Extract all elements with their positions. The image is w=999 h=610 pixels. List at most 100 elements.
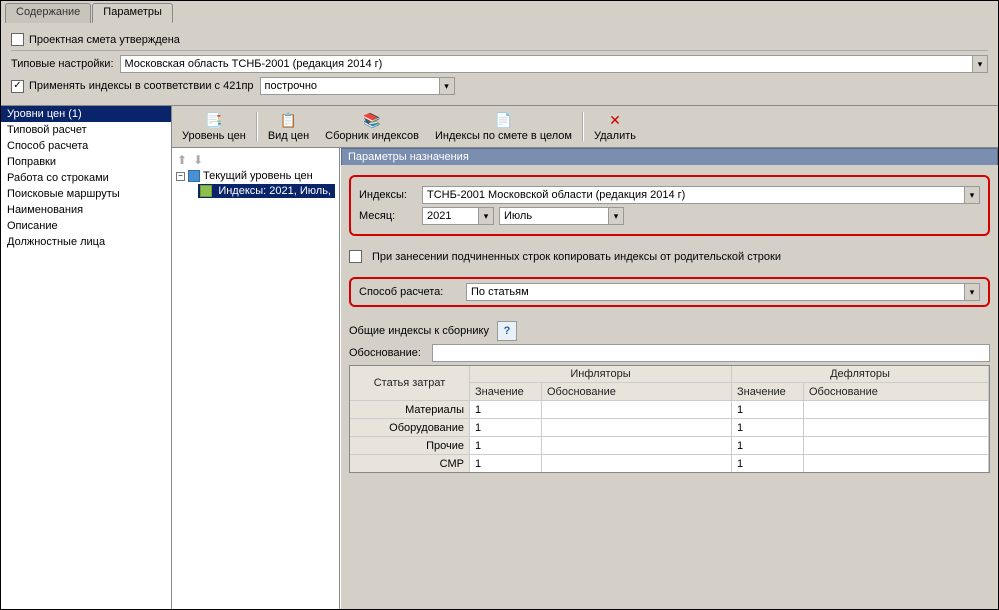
cell[interactable]: 1 (732, 437, 804, 454)
toolbar-estimate-label: Индексы по смете в целом (435, 130, 572, 142)
col-deflators-header: Дефляторы (732, 366, 989, 383)
arrow-down-icon[interactable]: ⬇ (193, 153, 203, 167)
cell[interactable]: 1 (732, 419, 804, 436)
cell[interactable] (804, 419, 989, 436)
toolbar-index-collection-button[interactable]: 📚 Сборник индексов (317, 108, 427, 145)
apply-indexes-checkbox[interactable] (11, 80, 24, 93)
col-infl-value-header: Значение (470, 383, 542, 400)
col-defl-basis-header: Обоснование (804, 383, 989, 400)
arrow-up-icon[interactable]: ⬆ (177, 153, 187, 167)
copy-children-label: При занесении подчиненных строк копирова… (372, 251, 781, 263)
table-row[interactable]: Оборудование 1 1 (350, 419, 989, 437)
month-combo[interactable]: Июль (499, 207, 624, 225)
indexes-label: Индексы: (359, 189, 417, 201)
toolbar-collection-label: Сборник индексов (325, 130, 419, 142)
toolbar-delete-label: Удалить (594, 130, 636, 142)
sidebar-item-officials[interactable]: Должностные лица (1, 234, 171, 250)
calc-method-value: По статьям (467, 286, 964, 298)
cell[interactable] (804, 401, 989, 418)
calc-method-combo[interactable]: По статьям (466, 283, 980, 301)
cell[interactable] (542, 455, 732, 472)
price-level-icon: 📑 (205, 111, 223, 129)
tab-content[interactable]: Содержание (5, 3, 91, 23)
col-infl-basis-header: Обоснование (542, 383, 732, 400)
cell[interactable]: 1 (470, 437, 542, 454)
sidebar-item-price-levels[interactable]: Уровни цен (1) (1, 106, 171, 122)
sidebar-item-names[interactable]: Наименования (1, 202, 171, 218)
top-section: Проектная смета утверждена Типовые настр… (1, 23, 998, 105)
sidebar-item-adjustments[interactable]: Поправки (1, 154, 171, 170)
indexes-value: ТСНБ-2001 Московской области (редакция 2… (423, 189, 964, 201)
sidebar-item-typical-calc[interactable]: Типовой расчет (1, 122, 171, 138)
year-combo[interactable]: 2021 (422, 207, 494, 225)
calc-method-highlight: Способ расчета: По статьям (349, 277, 990, 307)
table-row[interactable]: Прочие 1 1 (350, 437, 989, 455)
toolbar-price-view-button[interactable]: 📋 Вид цен (260, 108, 317, 145)
separator (256, 112, 258, 141)
toolbar-price-level-button[interactable]: 📑 Уровень цен (174, 108, 254, 145)
cell[interactable] (542, 437, 732, 454)
cell[interactable] (804, 455, 989, 472)
year-value: 2021 (423, 210, 478, 222)
row-name: СМР (350, 455, 470, 472)
collection-icon: 📚 (363, 111, 381, 129)
separator (582, 112, 584, 141)
detail-header: Параметры назначения (341, 148, 998, 165)
cell[interactable]: 1 (732, 455, 804, 472)
table-row[interactable]: Материалы 1 1 (350, 401, 989, 419)
price-view-icon: 📋 (279, 111, 297, 129)
chevron-down-icon[interactable] (964, 187, 979, 203)
typical-settings-value: Московская область ТСНБ-2001 (редакция 2… (121, 58, 972, 70)
basis-input[interactable] (432, 344, 990, 362)
cell[interactable] (542, 419, 732, 436)
toolbar-view-label: Вид цен (268, 130, 309, 142)
chevron-down-icon[interactable] (608, 208, 623, 224)
toolbar: 📑 Уровень цен 📋 Вид цен 📚 Сборник индекс… (172, 106, 998, 148)
common-indexes-label: Общие индексы к сборнику (349, 325, 489, 337)
col-inflators-header: Инфляторы (470, 366, 732, 383)
help-button[interactable]: ? (497, 321, 517, 341)
left-panel: Уровни цен (1) Типовой расчет Способ рас… (1, 106, 172, 609)
toolbar-delete-button[interactable]: ✕ Удалить (586, 108, 644, 145)
chevron-down-icon[interactable] (439, 78, 454, 94)
split-area: ⬆ ⬇ − Текущий уровень цен Индексы: 2021,… (172, 148, 998, 609)
sidebar-item-search-paths[interactable]: Поисковые маршруты (1, 186, 171, 202)
toolbar-estimate-indexes-button[interactable]: 📄 Индексы по смете в целом (427, 108, 580, 145)
cell[interactable]: 1 (470, 419, 542, 436)
indexes-combo[interactable]: ТСНБ-2001 Московской области (редакция 2… (422, 186, 980, 204)
cell[interactable] (804, 437, 989, 454)
tree-child-label: Индексы: 2021, Июль, (218, 185, 331, 197)
tab-parameters[interactable]: Параметры (92, 3, 173, 23)
col-defl-value-header: Значение (732, 383, 804, 400)
sidebar-item-description[interactable]: Описание (1, 218, 171, 234)
col-expense-header: Статья затрат (350, 366, 470, 400)
tree-child-selected[interactable]: Индексы: 2021, Июль, (198, 184, 335, 198)
cell[interactable]: 1 (470, 455, 542, 472)
approved-checkbox[interactable] (11, 33, 24, 46)
apply-mode-combo[interactable]: построчно (260, 77, 455, 95)
copy-children-checkbox[interactable] (349, 250, 362, 263)
tree-root[interactable]: − Текущий уровень цен (172, 169, 339, 183)
month-value: Июль (500, 210, 608, 222)
cell[interactable]: 1 (732, 401, 804, 418)
typical-settings-combo[interactable]: Московская область ТСНБ-2001 (редакция 2… (120, 55, 988, 73)
main-tabs: Содержание Параметры (1, 1, 998, 23)
indexes-group-highlight: Индексы: ТСНБ-2001 Московской области (р… (349, 175, 990, 236)
basis-label: Обоснование: (349, 347, 427, 359)
sidebar-item-row-ops[interactable]: Работа со строками (1, 170, 171, 186)
right-area: 📑 Уровень цен 📋 Вид цен 📚 Сборник индекс… (172, 106, 998, 609)
row-name: Материалы (350, 401, 470, 418)
estimate-icon: 📄 (494, 111, 512, 129)
chevron-down-icon[interactable] (972, 56, 987, 72)
collapse-icon[interactable]: − (176, 172, 185, 181)
table-row[interactable]: СМР 1 1 (350, 455, 989, 472)
cell[interactable] (542, 401, 732, 418)
chevron-down-icon[interactable] (964, 284, 979, 300)
month-label: Месяц: (359, 210, 417, 222)
chevron-down-icon[interactable] (478, 208, 493, 224)
cell[interactable]: 1 (470, 401, 542, 418)
approved-label: Проектная смета утверждена (29, 34, 180, 46)
row-name: Прочие (350, 437, 470, 454)
toolbar-level-label: Уровень цен (182, 130, 246, 142)
sidebar-item-calc-method[interactable]: Способ расчета (1, 138, 171, 154)
